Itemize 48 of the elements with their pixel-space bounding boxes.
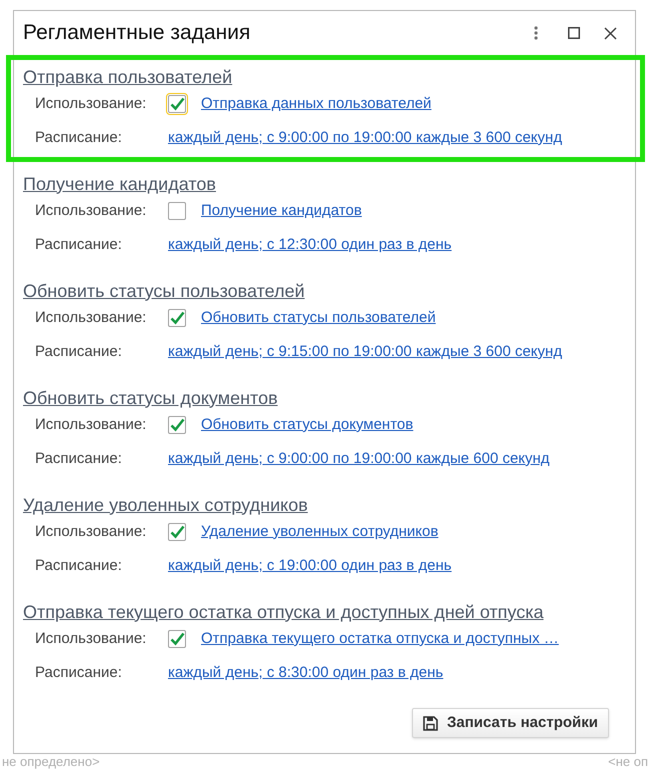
field-label: Расписание: bbox=[35, 556, 123, 576]
job-link[interactable]: Отправка текущего остатка отпуска и доступных … bbox=[201, 628, 559, 650]
job-link[interactable]: Удаление уволенных сотрудников bbox=[201, 520, 438, 544]
section-title[interactable]: Отправка пользователей bbox=[23, 64, 232, 90]
check-icon bbox=[170, 311, 184, 325]
schedule-link[interactable]: каждый день; с 9:00:00 по 19:00:00 каждые 3 600 секунд bbox=[168, 126, 562, 150]
close-icon[interactable] bbox=[604, 26, 617, 40]
save-button[interactable]: Записать настройки bbox=[412, 708, 609, 738]
field-label: Использование: bbox=[35, 628, 148, 649]
field-label: Использование: bbox=[35, 94, 148, 114]
section-title[interactable]: Обновить статусы документов bbox=[23, 384, 278, 412]
schedule-link[interactable]: каждый день; с 9:00:00 по 19:00:00 каждые 600 секунд bbox=[168, 448, 550, 470]
schedule-link[interactable]: каждый день; с 12:30:00 один раз в день bbox=[168, 234, 452, 256]
section-title[interactable]: Удаление уволенных сотрудников bbox=[23, 492, 308, 518]
background-cell: не определено> bbox=[2, 755, 100, 769]
field-label: Расписание: bbox=[35, 342, 123, 362]
checkbox[interactable] bbox=[168, 202, 186, 220]
field-label: Использование: bbox=[35, 414, 148, 435]
field-label: Расписание: bbox=[35, 234, 123, 255]
check-icon bbox=[170, 97, 184, 111]
check-icon bbox=[170, 525, 184, 539]
checkbox[interactable] bbox=[168, 523, 186, 541]
checkbox[interactable] bbox=[168, 630, 186, 648]
check-icon bbox=[170, 418, 184, 432]
job-link[interactable]: Получение кандидатов bbox=[201, 200, 362, 222]
more-icon[interactable] bbox=[534, 26, 538, 40]
field-label: Расписание: bbox=[35, 662, 123, 683]
job-link[interactable]: Обновить статусы документов bbox=[201, 414, 414, 436]
checkbox[interactable] bbox=[168, 95, 186, 113]
schedule-link[interactable]: каждый день; с 8:30:00 один раз в день bbox=[168, 662, 444, 684]
field-label: Расписание: bbox=[35, 448, 123, 469]
check-icon bbox=[170, 632, 184, 646]
job-link[interactable]: Отправка данных пользователей bbox=[201, 92, 432, 116]
section-title[interactable]: Обновить статусы пользователей bbox=[23, 278, 305, 304]
field-label: Расписание: bbox=[35, 128, 123, 148]
field-label: Использование: bbox=[35, 522, 148, 542]
field-label: Использование: bbox=[35, 308, 148, 328]
section-title[interactable]: Отправка текущего остатка отпуска и доступных дней отпуска bbox=[23, 598, 544, 626]
checkbox[interactable] bbox=[168, 309, 186, 327]
window-title: Регламентные задания bbox=[23, 20, 252, 46]
section-title[interactable]: Получение кандидатов bbox=[23, 170, 216, 198]
maximize-icon[interactable] bbox=[568, 27, 580, 39]
background-cell: <не оп bbox=[608, 755, 648, 769]
job-link[interactable]: Обновить статусы пользователей bbox=[201, 306, 436, 330]
schedule-link[interactable]: каждый день; с 9:15:00 по 19:00:00 каждые 3 600 секунд bbox=[168, 340, 562, 364]
checkbox[interactable] bbox=[168, 416, 186, 434]
schedule-link[interactable]: каждый день; с 19:00:00 один раз в день bbox=[168, 554, 452, 578]
field-label: Использование: bbox=[35, 200, 148, 221]
